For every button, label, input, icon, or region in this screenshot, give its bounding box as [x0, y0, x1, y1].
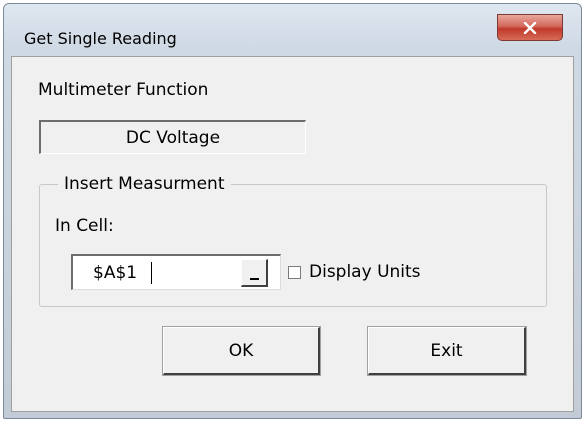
in-cell-label: In Cell: [55, 216, 114, 236]
window-title: Get Single Reading [24, 29, 177, 48]
multimeter-function-display: DC Voltage [39, 120, 306, 154]
multimeter-function-label: Multimeter Function [38, 80, 209, 100]
display-units-checkbox[interactable] [288, 265, 301, 279]
insert-measurement-legend: Insert Measurment [58, 173, 231, 195]
close-x-icon [523, 21, 537, 34]
cell-reference-input[interactable]: $A$1 [71, 254, 281, 290]
range-select-button[interactable] [241, 259, 268, 287]
ok-button[interactable]: OK [162, 326, 321, 376]
exit-button[interactable]: Exit [367, 326, 527, 376]
cell-reference-value: $A$1 [93, 263, 138, 283]
exit-button-label: Exit [430, 340, 463, 361]
multimeter-function-value: DC Voltage [125, 127, 221, 148]
title-bar[interactable]: Get Single Reading [4, 4, 581, 50]
close-button[interactable] [497, 14, 563, 41]
display-units-label: Display Units [309, 262, 421, 282]
ok-button-label: OK [228, 340, 254, 361]
display-units-option[interactable]: Display Units [288, 262, 421, 282]
range-select-icon [250, 278, 259, 280]
text-caret [151, 262, 152, 284]
